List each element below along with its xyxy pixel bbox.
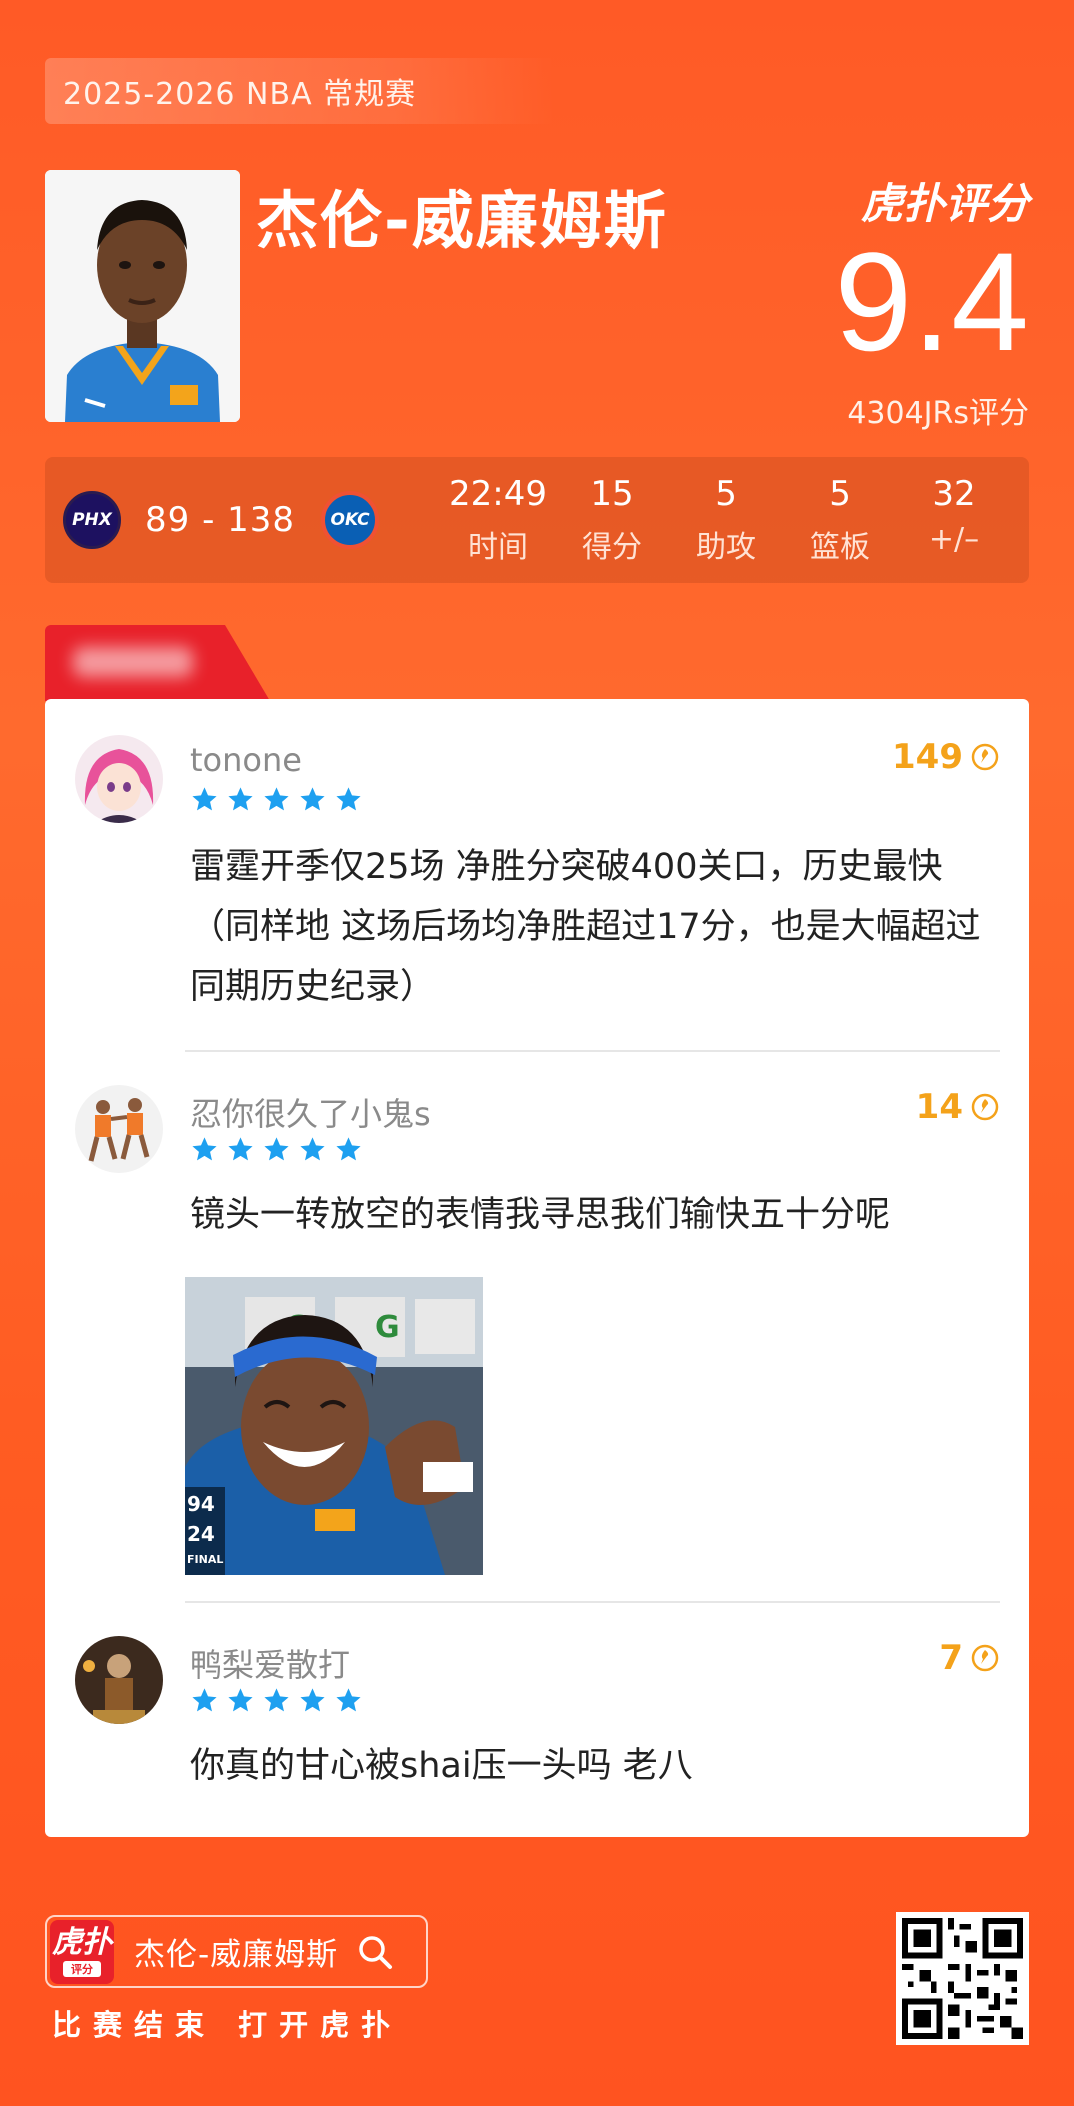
stat-minutes: 22:49 时间 <box>441 474 555 566</box>
search-icon <box>359 1935 393 1969</box>
comments-card: tonone 149 雷霆开季仅25场 净胜分突破400关口，历史最快（同样地 … <box>45 699 1029 1837</box>
stat-points: 15 得分 <box>555 474 669 566</box>
star-icon <box>264 1688 289 1712</box>
star-icon <box>228 787 253 811</box>
okc-team-label: OKC <box>330 510 370 530</box>
like-count-value: 149 <box>892 737 963 777</box>
stat-value: 5 <box>715 474 737 514</box>
stat-label: 篮板 <box>810 530 871 565</box>
star-icon <box>336 1688 361 1712</box>
player-name: 杰伦-威廉姆斯 <box>256 184 668 257</box>
lightbulb-icon <box>971 1093 999 1121</box>
username[interactable]: 鸭梨爱散打 <box>190 1640 350 1686</box>
star-icon <box>192 1688 217 1712</box>
season-tag: 2025-2026 NBA 常规赛 <box>45 58 555 124</box>
stat-value: 32 <box>932 474 976 514</box>
rating-stars <box>190 1686 363 1715</box>
like-count[interactable]: 149 <box>892 737 999 777</box>
star-icon <box>228 1137 253 1161</box>
star-icon <box>300 1137 325 1161</box>
footer-search-bar[interactable]: 虎扑 评分 杰伦-威廉姆斯 <box>45 1915 428 1988</box>
rating-stars <box>190 1135 363 1164</box>
star-icon <box>192 787 217 811</box>
lightbulb-icon <box>971 1644 999 1672</box>
like-count[interactable]: 7 <box>939 1638 999 1678</box>
game-stats-bar: PHX 89 - 138 OKC 22:49 时间 15 得分 5 助攻 5 篮… <box>45 457 1029 583</box>
comment-divider <box>185 1601 1000 1603</box>
stat-label: +/– <box>928 522 980 557</box>
app-icon-label: 虎扑 <box>52 1924 112 1960</box>
star-icon <box>192 1137 217 1161</box>
stat-label: 时间 <box>468 530 529 565</box>
qr-code <box>896 1912 1029 2045</box>
star-icon <box>264 1137 289 1161</box>
star-icon <box>264 787 289 811</box>
user-avatar[interactable] <box>75 1636 163 1724</box>
star-icon <box>336 1137 361 1161</box>
stat-assists: 5 助攻 <box>669 474 783 566</box>
okc-team-logo: OKC <box>321 491 380 549</box>
phx-team-logo: PHX <box>63 491 121 549</box>
stat-value: 5 <box>829 474 851 514</box>
username[interactable]: tonone <box>190 741 302 779</box>
rating-stars <box>190 785 363 814</box>
stat-value: 15 <box>590 474 634 514</box>
star-icon <box>300 1688 325 1712</box>
star-icon <box>336 787 361 811</box>
comment-text: 镜头一转放空的表情我寻思我们输快五十分呢 <box>190 1195 891 1235</box>
like-count-value: 7 <box>939 1638 963 1678</box>
comment-image[interactable]: G G 94 24 FINAL <box>185 1277 483 1575</box>
hupu-app-icon: 虎扑 评分 <box>50 1919 114 1984</box>
app-icon-sublabel: 评分 <box>63 1960 101 1977</box>
hupu-rating-logo: 虎扑评分 <box>860 179 1029 228</box>
username[interactable]: 忍你很久了小鬼s <box>190 1089 431 1135</box>
user-avatar[interactable] <box>75 735 163 823</box>
comment-text: 你真的甘心被shai压一头吗 老八 <box>190 1746 693 1786</box>
stat-plus-minus: 32 +/– <box>897 474 1011 566</box>
overlay-final: FINAL <box>187 1553 223 1566</box>
comment-divider <box>185 1050 1000 1052</box>
stat-value: 22:49 <box>449 474 548 514</box>
blurred-tab-label <box>73 647 193 677</box>
footer-caption: 比赛结束 打开虎扑 <box>52 2008 403 2042</box>
stat-label: 助攻 <box>696 530 757 565</box>
lightbulb-icon <box>971 743 999 771</box>
phx-team-label: PHX <box>72 510 112 530</box>
star-icon <box>300 787 325 811</box>
like-count-value: 14 <box>915 1087 963 1127</box>
svg-text:G: G <box>375 1310 400 1345</box>
user-avatar[interactable] <box>75 1085 163 1173</box>
footer-search-text: 杰伦-威廉姆斯 <box>134 1937 339 1973</box>
stat-label: 得分 <box>582 530 643 565</box>
season-label: 2025-2026 NBA 常规赛 <box>63 77 417 112</box>
stat-rebounds: 5 篮板 <box>783 474 897 566</box>
player-stat-columns: 22:49 时间 15 得分 5 助攻 5 篮板 32 +/– <box>441 474 1011 566</box>
vote-count: 4304JRs评分 <box>847 396 1029 431</box>
comment-text: 雷霆开季仅25场 净胜分突破400关口，历史最快（同样地 这场后场均净胜超过17… <box>190 847 981 1007</box>
player-photo <box>45 170 240 422</box>
like-count[interactable]: 14 <box>916 1087 999 1127</box>
star-icon <box>228 1688 253 1712</box>
overlay-score-2: 24 <box>187 1522 215 1546</box>
hot-comments-tab[interactable] <box>45 625 270 701</box>
game-score: 89 - 138 <box>145 500 296 540</box>
overlay-score-1: 94 <box>187 1492 215 1516</box>
rating-score: 9.4 <box>834 223 1029 380</box>
